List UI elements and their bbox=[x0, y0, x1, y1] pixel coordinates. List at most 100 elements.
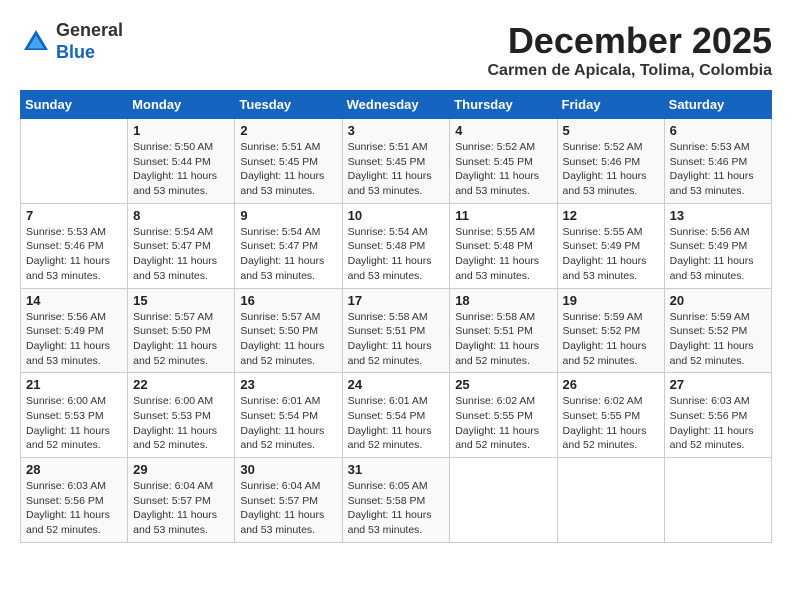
logo: General Blue bbox=[20, 20, 123, 63]
calendar-cell: 9Sunrise: 5:54 AM Sunset: 5:47 PM Daylig… bbox=[235, 203, 342, 288]
day-info: Sunrise: 6:03 AM Sunset: 5:56 PM Dayligh… bbox=[26, 479, 122, 538]
day-info: Sunrise: 5:54 AM Sunset: 5:48 PM Dayligh… bbox=[348, 225, 445, 284]
calendar-cell bbox=[557, 458, 664, 543]
day-info: Sunrise: 5:53 AM Sunset: 5:46 PM Dayligh… bbox=[26, 225, 122, 284]
calendar-cell: 10 Sunrise: 5:54 AM Sunset: 5:48 PM Dayli… bbox=[342, 203, 450, 288]
day-number: 28 bbox=[26, 462, 122, 477]
day-info: Sunrise: 6:01 AM Sunset: 5:54 PM Dayligh… bbox=[240, 394, 336, 453]
month-year-title: December 2025 bbox=[487, 20, 772, 62]
day-number: 25 bbox=[455, 377, 551, 392]
day-number: 13 bbox=[670, 208, 766, 223]
calendar-header: SundayMondayTuesdayWednesdayThursdayFrid… bbox=[21, 91, 772, 119]
calendar-cell: 30 Sunrise: 6:04 AM Sunset: 5:57 PM Dayli… bbox=[235, 458, 342, 543]
calendar-cell: 11 Sunrise: 5:55 AM Sunset: 5:48 PM Dayli… bbox=[450, 203, 557, 288]
day-number: 19 bbox=[563, 293, 659, 308]
day-info: Sunrise: 5:51 AM Sunset: 5:45 PM Dayligh… bbox=[240, 140, 336, 199]
calendar-cell: 29 Sunrise: 6:04 AM Sunset: 5:57 PM Dayli… bbox=[128, 458, 235, 543]
calendar-cell bbox=[21, 119, 128, 204]
day-number: 17 bbox=[348, 293, 445, 308]
calendar-cell bbox=[450, 458, 557, 543]
day-info: Sunrise: 5:53 AM Sunset: 5:46 PM Dayligh… bbox=[670, 140, 766, 199]
day-info: Sunrise: 5:51 AM Sunset: 5:45 PM Dayligh… bbox=[348, 140, 445, 199]
day-number: 16 bbox=[240, 293, 336, 308]
calendar-cell: 25Sunrise: 6:02 AM Sunset: 5:55 PM Dayli… bbox=[450, 373, 557, 458]
calendar-cell: 1 Sunrise: 5:50 AM Sunset: 5:44 PM Daylig… bbox=[128, 119, 235, 204]
calendar-table: SundayMondayTuesdayWednesdayThursdayFrid… bbox=[20, 90, 772, 543]
calendar-cell: 20Sunrise: 5:59 AM Sunset: 5:52 PM Dayli… bbox=[664, 288, 771, 373]
day-info: Sunrise: 5:54 AM Sunset: 5:47 PM Dayligh… bbox=[133, 225, 229, 284]
day-number: 20 bbox=[670, 293, 766, 308]
day-number: 12 bbox=[563, 208, 659, 223]
calendar-cell: 3 Sunrise: 5:51 AM Sunset: 5:45 PM Daylig… bbox=[342, 119, 450, 204]
day-number: 5 bbox=[563, 123, 659, 138]
calendar-cell: 21Sunrise: 6:00 AM Sunset: 5:53 PM Dayli… bbox=[21, 373, 128, 458]
header-day-sunday: Sunday bbox=[21, 91, 128, 119]
day-number: 18 bbox=[455, 293, 551, 308]
day-number: 23 bbox=[240, 377, 336, 392]
header-row: SundayMondayTuesdayWednesdayThursdayFrid… bbox=[21, 91, 772, 119]
calendar-week-4: 21 Sunrise: 6:00 AM Sunset: 5:53 PM Dayli… bbox=[21, 373, 772, 458]
day-number: 24 bbox=[348, 377, 445, 392]
day-number: 9 bbox=[240, 208, 336, 223]
calendar-cell: 7 Sunrise: 5:53 AM Sunset: 5:46 PM Daylig… bbox=[21, 203, 128, 288]
day-info: Sunrise: 5:55 AM Sunset: 5:48 PM Dayligh… bbox=[455, 225, 551, 284]
day-info: Sunrise: 5:57 AM Sunset: 5:50 PM Dayligh… bbox=[240, 310, 336, 369]
day-info: Sunrise: 5:56 AM Sunset: 5:49 PM Dayligh… bbox=[26, 310, 122, 369]
day-number: 2 bbox=[240, 123, 336, 138]
calendar-cell: 17 Sunrise: 5:58 AM Sunset: 5:51 PM Dayli… bbox=[342, 288, 450, 373]
calendar-cell: 2 Sunrise: 5:51 AM Sunset: 5:45 PM Daylig… bbox=[235, 119, 342, 204]
logo-icon bbox=[20, 26, 52, 58]
day-number: 27 bbox=[670, 377, 766, 392]
day-info: Sunrise: 5:50 AM Sunset: 5:44 PM Dayligh… bbox=[133, 140, 229, 199]
calendar-cell: 6 Sunrise: 5:53 AM Sunset: 5:46 PM Daylig… bbox=[664, 119, 771, 204]
day-number: 15 bbox=[133, 293, 229, 308]
day-info: Sunrise: 6:02 AM Sunset: 5:55 PM Dayligh… bbox=[563, 394, 659, 453]
calendar-week-3: 14 Sunrise: 5:56 AM Sunset: 5:49 PM Dayli… bbox=[21, 288, 772, 373]
header-day-thursday: Thursday bbox=[450, 91, 557, 119]
day-info: Sunrise: 6:05 AM Sunset: 5:58 PM Dayligh… bbox=[348, 479, 445, 538]
calendar-week-1: 1 Sunrise: 5:50 AM Sunset: 5:44 PM Daylig… bbox=[21, 119, 772, 204]
day-number: 14 bbox=[26, 293, 122, 308]
day-info: Sunrise: 6:04 AM Sunset: 5:57 PM Dayligh… bbox=[240, 479, 336, 538]
day-number: 3 bbox=[348, 123, 445, 138]
header-day-friday: Friday bbox=[557, 91, 664, 119]
calendar-cell bbox=[664, 458, 771, 543]
calendar-week-2: 7 Sunrise: 5:53 AM Sunset: 5:46 PM Daylig… bbox=[21, 203, 772, 288]
day-info: Sunrise: 6:03 AM Sunset: 5:56 PM Dayligh… bbox=[670, 394, 766, 453]
calendar-cell: 18Sunrise: 5:58 AM Sunset: 5:51 PM Dayli… bbox=[450, 288, 557, 373]
logo-general: General bbox=[56, 20, 123, 42]
day-info: Sunrise: 6:04 AM Sunset: 5:57 PM Dayligh… bbox=[133, 479, 229, 538]
calendar-cell: 8Sunrise: 5:54 AM Sunset: 5:47 PM Daylig… bbox=[128, 203, 235, 288]
calendar-cell: 12 Sunrise: 5:55 AM Sunset: 5:49 PM Dayli… bbox=[557, 203, 664, 288]
calendar-cell: 22Sunrise: 6:00 AM Sunset: 5:53 PM Dayli… bbox=[128, 373, 235, 458]
day-info: Sunrise: 5:56 AM Sunset: 5:49 PM Dayligh… bbox=[670, 225, 766, 284]
day-info: Sunrise: 6:01 AM Sunset: 5:54 PM Dayligh… bbox=[348, 394, 445, 453]
calendar-body: 1 Sunrise: 5:50 AM Sunset: 5:44 PM Daylig… bbox=[21, 119, 772, 543]
day-info: Sunrise: 5:59 AM Sunset: 5:52 PM Dayligh… bbox=[563, 310, 659, 369]
header-day-tuesday: Tuesday bbox=[235, 91, 342, 119]
header-day-monday: Monday bbox=[128, 91, 235, 119]
calendar-cell: 27 Sunrise: 6:03 AM Sunset: 5:56 PM Dayli… bbox=[664, 373, 771, 458]
calendar-cell: 31 Sunrise: 6:05 AM Sunset: 5:58 PM Dayli… bbox=[342, 458, 450, 543]
day-number: 10 bbox=[348, 208, 445, 223]
calendar-week-5: 28 Sunrise: 6:03 AM Sunset: 5:56 PM Dayli… bbox=[21, 458, 772, 543]
day-info: Sunrise: 5:57 AM Sunset: 5:50 PM Dayligh… bbox=[133, 310, 229, 369]
day-number: 1 bbox=[133, 123, 229, 138]
day-number: 7 bbox=[26, 208, 122, 223]
day-info: Sunrise: 5:58 AM Sunset: 5:51 PM Dayligh… bbox=[348, 310, 445, 369]
calendar-cell: 14 Sunrise: 5:56 AM Sunset: 5:49 PM Dayli… bbox=[21, 288, 128, 373]
header-day-saturday: Saturday bbox=[664, 91, 771, 119]
day-number: 26 bbox=[563, 377, 659, 392]
day-info: Sunrise: 6:00 AM Sunset: 5:53 PM Dayligh… bbox=[133, 394, 229, 453]
location-title: Carmen de Apicala, Tolima, Colombia bbox=[487, 62, 772, 80]
day-number: 21 bbox=[26, 377, 122, 392]
calendar-cell: 15 Sunrise: 5:57 AM Sunset: 5:50 PM Dayli… bbox=[128, 288, 235, 373]
day-number: 31 bbox=[348, 462, 445, 477]
day-info: Sunrise: 5:55 AM Sunset: 5:49 PM Dayligh… bbox=[563, 225, 659, 284]
day-number: 6 bbox=[670, 123, 766, 138]
day-number: 29 bbox=[133, 462, 229, 477]
logo-text: General Blue bbox=[56, 20, 123, 63]
day-number: 30 bbox=[240, 462, 336, 477]
day-number: 11 bbox=[455, 208, 551, 223]
title-area: December 2025 Carmen de Apicala, Tolima,… bbox=[487, 20, 772, 80]
